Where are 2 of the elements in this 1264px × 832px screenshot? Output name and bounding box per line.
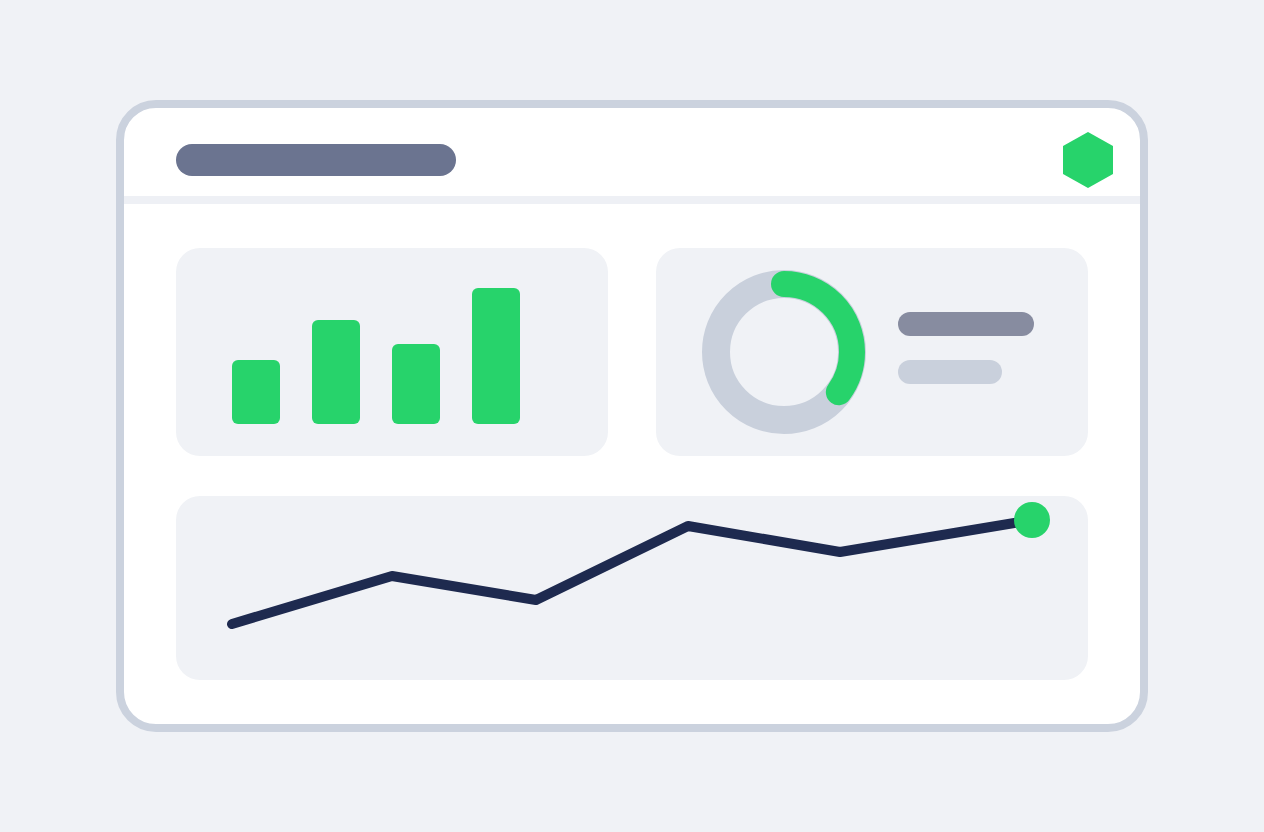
end-point-icon (1014, 502, 1050, 538)
hexagon-icon (1063, 132, 1113, 188)
